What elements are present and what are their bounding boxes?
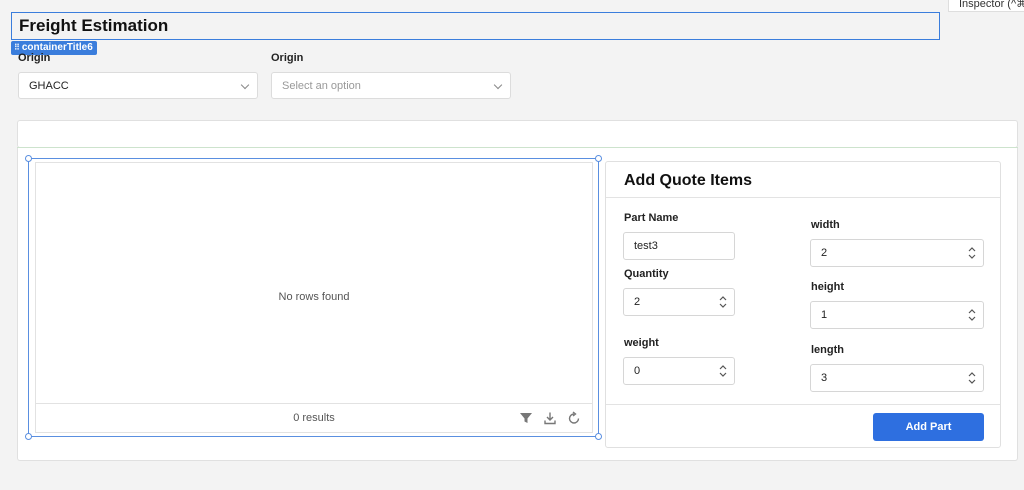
width-value: 2	[821, 247, 828, 259]
origin-select[interactable]: GHACC	[18, 72, 258, 99]
add-quote-items-panel: Add Quote Items Part Name test3 Quantity…	[605, 161, 1001, 448]
quote-panel-divider	[606, 197, 1000, 198]
weight-label: weight	[624, 337, 659, 349]
data-table[interactable]: No rows found 0 results	[35, 162, 593, 433]
origin-label-2: Origin	[271, 52, 304, 64]
origin-label: Origin	[18, 52, 51, 64]
height-value: 1	[821, 309, 828, 321]
resize-handle-bottom-right[interactable]	[595, 433, 602, 440]
chevron-down-icon	[493, 80, 503, 90]
weight-stepper[interactable]: 0	[623, 357, 735, 385]
weight-value: 0	[634, 365, 641, 377]
height-label: height	[811, 281, 844, 293]
filter-icon[interactable]	[519, 411, 533, 425]
part-name-input[interactable]: test3	[623, 232, 735, 260]
table-footer: 0 results	[36, 403, 592, 432]
width-stepper[interactable]: 2	[810, 239, 984, 267]
inspector-tab[interactable]: Inspector (^⌘I)	[948, 0, 1024, 12]
drag-handle-icon[interactable]: ⠿	[14, 43, 20, 52]
container-header	[17, 120, 1018, 148]
page-title: Freight Estimation	[19, 16, 169, 35]
stepper-arrows-icon[interactable]	[719, 363, 727, 379]
page-title-container[interactable]: Freight Estimation	[11, 12, 940, 40]
stepper-arrows-icon[interactable]	[719, 294, 727, 310]
stepper-arrows-icon[interactable]	[968, 370, 976, 386]
refresh-icon[interactable]	[567, 411, 581, 425]
width-label: width	[811, 219, 840, 231]
empty-state-text: No rows found	[278, 291, 350, 303]
chevron-down-icon	[240, 80, 250, 90]
resize-handle-top-right[interactable]	[595, 155, 602, 162]
part-name-value: test3	[634, 240, 658, 252]
origin-select-2[interactable]: Select an option	[271, 72, 511, 99]
resize-handle-top-left[interactable]	[25, 155, 32, 162]
origin-select-value: GHACC	[29, 80, 69, 92]
origin-select-2-placeholder: Select an option	[282, 80, 361, 92]
resize-handle-bottom-left[interactable]	[25, 433, 32, 440]
stepper-arrows-icon[interactable]	[968, 245, 976, 261]
quantity-value: 2	[634, 296, 641, 308]
add-part-button[interactable]: Add Part	[873, 413, 984, 441]
results-count: 0 results	[293, 412, 335, 424]
length-value: 3	[821, 372, 828, 384]
quantity-label: Quantity	[624, 268, 669, 280]
stepper-arrows-icon[interactable]	[968, 307, 976, 323]
quote-panel-title: Add Quote Items	[624, 172, 753, 189]
quantity-stepper[interactable]: 2	[623, 288, 735, 316]
quote-footer-divider	[606, 404, 1000, 405]
part-name-label: Part Name	[624, 212, 679, 224]
download-icon[interactable]	[543, 411, 557, 425]
height-stepper[interactable]: 1	[810, 301, 984, 329]
length-stepper[interactable]: 3	[810, 364, 984, 392]
length-label: length	[811, 344, 844, 356]
